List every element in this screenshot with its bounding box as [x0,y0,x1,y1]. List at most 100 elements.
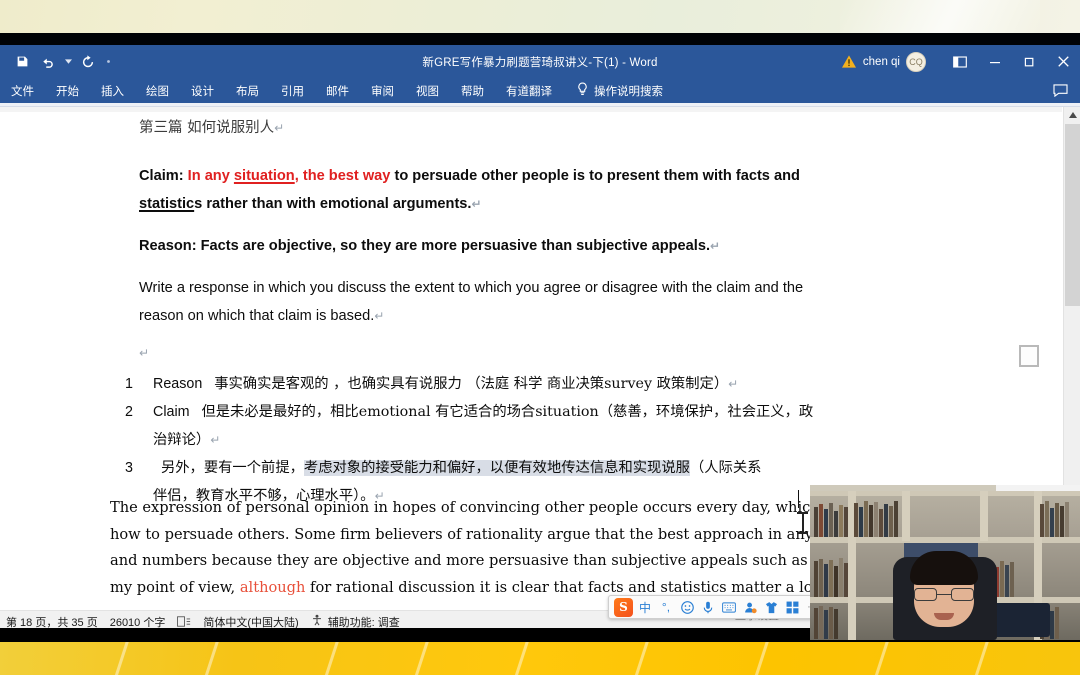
tab-view[interactable]: 视图 [405,78,450,103]
ime-skin-icon[interactable] [762,598,780,616]
list-item-text-plain: 另外，要有一个前提， [160,460,304,476]
list-item: 2 Claim 但是未必是最好的，相比emotional 有它适合的场合situ… [125,398,930,454]
ime-toolbar[interactable]: S 中 °, · [608,595,820,619]
tab-design[interactable]: 设计 [180,78,225,103]
paragraph-mark: ↵ [274,121,285,135]
sogou-logo-icon[interactable]: S [614,597,633,617]
close-button[interactable] [1046,45,1080,78]
reason-block: Reason: Facts are objective, so they are… [139,232,930,260]
list-item-text: 事实确实是客观的 ，也确实具有说服力 （法庭 科学 商业决策survey 政策制… [214,376,729,392]
prompt-line-1: Write a response in which you discuss th… [139,280,804,296]
ime-user-icon[interactable] [741,598,759,616]
claim-red-2: , the best way [294,168,391,184]
claim-rest-1: to persuade other people is to present t… [390,168,800,184]
text-caret [798,490,800,508]
paragraph-mark: ↵ [374,309,385,323]
restore-button[interactable] [1012,45,1046,78]
claim-rest-2: s rather than with emotional arguments. [194,196,472,212]
list-item-text-selected: 考虑对象的接受能力和偏好，以便有效地传达信息和实现说服 [303,460,690,476]
title-bar-right: chen qi CQ [841,45,1080,78]
prompt-line-2: reason on which that claim is based. [139,308,375,324]
scrollbar-thumb[interactable] [1065,124,1080,306]
quick-access-toolbar [0,50,114,74]
list-item-body: Claim 但是未必是最好的，相比emotional 有它适合的场合situat… [153,398,930,454]
tab-home[interactable]: 开始 [45,78,90,103]
stream-top-banner [0,0,1080,33]
shelf-post [980,491,988,541]
ime-keyboard-icon[interactable] [720,598,738,616]
paragraph-mark: ↵ [139,346,150,360]
ime-toolbox-icon[interactable] [783,598,801,616]
paragraph-mark: ↵ [710,239,721,253]
claim-label: Claim: [139,168,184,184]
ribbon-display-options-icon[interactable] [942,45,978,78]
document-heading: 第三篇 如何说服别人↵ [139,116,930,137]
ime-mode-icon[interactable]: 中 [636,598,654,616]
paragraph-mark: ↵ [210,433,221,447]
tell-me-search[interactable]: 操作说明搜索 [577,82,663,99]
paragraph-mark: ↵ [471,197,482,211]
comments-icon[interactable] [1053,84,1068,97]
customize-qat-icon[interactable] [102,50,114,74]
proofing-icon[interactable] [177,616,191,627]
tab-insert[interactable]: 插入 [90,78,135,103]
title-bar: 新GRE写作暴力刷题营琦叔讲义-下(1) - Word chen qi CQ [0,45,1080,78]
reason-text: Reason: Facts are objective, so they are… [139,238,711,254]
list-item-text-tail: （人际关系 [689,460,762,476]
stream-top-letterbox [0,33,1080,45]
avatar[interactable]: CQ [906,51,926,72]
warning-icon[interactable] [841,55,856,68]
heading-text: 第三篇 如何说服别人 [139,120,275,136]
person-hair [910,551,978,585]
stream-screen: 新GRE写作暴力刷题营琦叔讲义-下(1) - Word chen qi CQ 文… [0,0,1080,675]
essay-line-4-red: although [239,578,306,596]
ime-emoji-icon[interactable] [678,598,696,616]
books-row [854,499,898,537]
minimize-button[interactable] [978,45,1012,78]
mouse-ibeam-cursor [797,512,808,534]
redo-icon[interactable] [76,50,100,74]
tab-references[interactable]: 引用 [270,78,315,103]
shelf-post [902,491,910,541]
tab-file[interactable]: 文件 [0,78,45,103]
list-item-key: Reason [153,376,203,392]
tab-review[interactable]: 审阅 [360,78,405,103]
accessibility-icon [311,614,323,629]
list-item-number: 1 [125,376,133,392]
ime-punctuation-icon[interactable]: °, [657,598,675,616]
stream-bottom-banner [0,642,1080,675]
list-item-key: Claim [153,404,190,420]
ribbon-tabs: 文件 开始 插入 绘图 设计 布局 引用 邮件 审阅 视图 帮助 有道翻译 操作… [0,78,1080,103]
ime-voice-icon[interactable] [699,598,717,616]
books-row [814,557,848,597]
list-item-body: Reason 事实确实是客观的 ，也确实具有说服力 （法庭 科学 商业决策sur… [153,370,930,398]
prompt-block: Write a response in which you discuss th… [139,274,930,330]
tab-youdao-translate[interactable]: 有道翻译 [495,78,563,103]
claim-statistic-underlined: statistic [139,196,195,212]
lightbulb-icon [577,82,588,99]
page-margin-marker [1019,345,1039,367]
list-item-text: 但是未必是最好的，相比emotional 有它适合的场合situation（慈善… [201,404,714,420]
tab-mailings[interactable]: 邮件 [315,78,360,103]
paragraph-mark: ↵ [728,377,739,391]
save-icon[interactable] [10,50,34,74]
webcam-video-overlay[interactable] [810,485,1080,640]
document-content: 第三篇 如何说服别人↵ Claim: In any situation, the… [125,116,930,510]
undo-dropdown-icon[interactable] [62,50,74,74]
list-item-number: 2 [125,404,133,420]
scroll-up-icon[interactable] [1065,107,1080,123]
list-item-wrap: 治辩论） [153,432,211,448]
tab-help[interactable]: 帮助 [450,78,495,103]
tab-layout[interactable]: 布局 [225,78,270,103]
claim-red-underlined: situation [233,168,295,184]
claim-red-1: In any [187,168,234,184]
list-item-text-cont: ，社会正义，政 [713,404,814,420]
tab-draw[interactable]: 绘图 [135,78,180,103]
books-row [814,501,848,537]
glasses-icon [914,588,974,601]
essay-line-4-post: for rational discussion it is clear that… [305,578,871,596]
essay-line-4-pre: my point of view, [110,578,240,596]
account-name[interactable]: chen qi [863,56,900,68]
page-top-edge [0,107,1062,112]
undo-icon[interactable] [36,50,60,74]
